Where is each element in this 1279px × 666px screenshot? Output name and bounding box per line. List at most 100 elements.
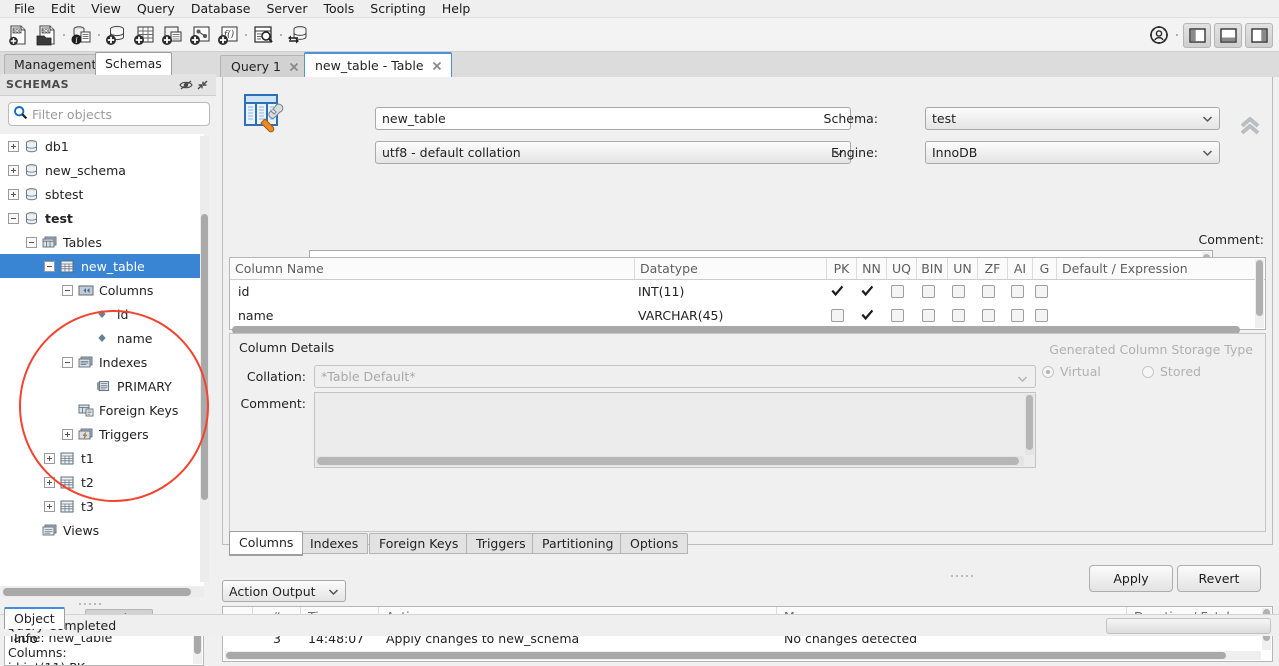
toggle-secondary-sidebar-icon[interactable] — [1245, 22, 1273, 48]
grid-vertical-scrollbar[interactable] — [1255, 259, 1264, 328]
tree-expander-expanded[interactable] — [62, 356, 73, 368]
new-table-icon[interactable] — [130, 21, 158, 49]
cell-column-name[interactable]: id — [238, 280, 249, 304]
column-collation-select[interactable]: *Table Default* — [314, 365, 1036, 388]
checkbox-g[interactable] — [1035, 285, 1048, 298]
tree-item-id[interactable]: id — [0, 302, 204, 326]
tab-options[interactable]: Options — [620, 533, 689, 554]
tree-item-triggers[interactable]: Triggers — [0, 422, 204, 446]
radio-stored[interactable]: Stored — [1142, 364, 1201, 379]
checkbox-uq[interactable] — [891, 285, 904, 298]
table-engine-select[interactable]: InnoDB — [925, 141, 1220, 164]
cell-datatype[interactable]: VARCHAR(45) — [638, 304, 723, 328]
header-g[interactable]: G — [1033, 258, 1057, 279]
checkbox-un[interactable] — [952, 285, 965, 298]
checkbox-zf[interactable] — [982, 285, 995, 298]
header-uq[interactable]: UQ — [887, 258, 917, 279]
filter-objects-input[interactable] — [28, 105, 209, 123]
tree-vertical-scrollbar[interactable] — [200, 136, 209, 582]
tree-expander-collapsed[interactable] — [8, 140, 19, 152]
menu-item-file[interactable]: File — [6, 0, 43, 18]
checkbox-pk[interactable] — [831, 309, 844, 322]
tab-partitioning[interactable]: Partitioning — [532, 533, 624, 554]
tab-object-info[interactable]: Object Info — [4, 607, 65, 646]
collapse-all-icon[interactable] — [194, 77, 210, 93]
tab-indexes[interactable]: Indexes — [300, 533, 369, 554]
tree-expander-collapsed[interactable] — [62, 428, 73, 440]
header-pk[interactable]: PK — [827, 258, 857, 279]
table-row[interactable]: id INT(11) — [230, 280, 1265, 304]
menu-item-scripting[interactable]: Scripting — [362, 0, 434, 18]
toggle-sidebar-icon[interactable] — [1183, 22, 1211, 48]
checkbox-bin[interactable] — [922, 285, 935, 298]
tree-item-test[interactable]: test — [0, 206, 204, 230]
tree-horizontal-scrollbar[interactable] — [2, 587, 204, 597]
tree-expander-expanded[interactable] — [44, 260, 55, 272]
schema-tree[interactable]: db1 new_schema sbtest test Tables new_table Co… — [0, 134, 204, 586]
admin-settings-icon[interactable] — [1145, 21, 1173, 49]
header-ai[interactable]: AI — [1008, 258, 1033, 279]
tree-expander-collapsed[interactable] — [44, 452, 55, 464]
output-horizontal-scrollbar[interactable] — [225, 651, 1261, 660]
table-name-input[interactable]: new_table — [375, 107, 851, 130]
columns-grid[interactable]: Column Name Datatype PK NN UQ BIN UN ZF … — [229, 257, 1266, 334]
header-bin[interactable]: BIN — [917, 258, 948, 279]
tree-item-db1[interactable]: db1 — [0, 134, 204, 158]
close-icon[interactable] — [431, 60, 443, 72]
checkbox-nn[interactable] — [861, 309, 874, 322]
sidebar-tab-schemas[interactable]: Schemas — [95, 52, 172, 75]
checkbox-nn[interactable] — [861, 285, 874, 298]
header-zf[interactable]: ZF — [978, 258, 1008, 279]
tree-item-t1[interactable]: t1 — [0, 446, 204, 470]
reconnect-server-icon[interactable] — [284, 21, 312, 49]
tree-item-new-table[interactable]: new_table — [0, 254, 204, 278]
checkbox-ai[interactable] — [1011, 309, 1024, 322]
menu-item-tools[interactable]: Tools — [315, 0, 362, 18]
tree-item-indexes[interactable]: Indexes — [0, 350, 204, 374]
header-un[interactable]: UN — [948, 258, 978, 279]
tree-item-columns[interactable]: Columns — [0, 278, 204, 302]
checkbox-bin[interactable] — [922, 309, 935, 322]
header-column-name[interactable]: Column Name — [230, 258, 635, 279]
menu-item-server[interactable]: Server — [258, 0, 315, 18]
table-collation-select[interactable]: utf8 - default collation — [375, 141, 851, 164]
column-comment-horizontal-scrollbar[interactable] — [316, 456, 1024, 466]
open-sql-script-icon[interactable]: SQL — [32, 21, 60, 49]
tree-expander-collapsed[interactable] — [44, 500, 55, 512]
tree-expander-collapsed[interactable] — [8, 188, 19, 200]
header-nn[interactable]: NN — [857, 258, 887, 279]
table-schema-select[interactable]: test — [925, 107, 1220, 130]
tree-item-t3[interactable]: t3 — [0, 494, 204, 518]
server-info-icon[interactable]: i — [67, 21, 95, 49]
radio-virtual[interactable]: Virtual — [1042, 364, 1101, 379]
column-comment-textarea[interactable] — [314, 392, 1036, 468]
table-row[interactable]: name VARCHAR(45) — [230, 304, 1265, 328]
checkbox-zf[interactable] — [982, 309, 995, 322]
new-view-icon[interactable] — [158, 21, 186, 49]
tree-expander-expanded[interactable] — [62, 284, 73, 296]
close-icon[interactable] — [288, 61, 300, 73]
tree-item-foreign-keys[interactable]: Foreign Keys — [0, 398, 204, 422]
checkbox-uq[interactable] — [891, 309, 904, 322]
tree-expander-expanded[interactable] — [8, 212, 19, 224]
search-data-icon[interactable] — [249, 21, 277, 49]
tree-item-sbtest[interactable]: sbtest — [0, 182, 204, 206]
menu-item-database[interactable]: Database — [183, 0, 259, 18]
menu-item-help[interactable]: Help — [434, 0, 479, 18]
eye-icon[interactable] — [178, 77, 194, 93]
tree-expander-expanded[interactable] — [26, 236, 37, 248]
tab-query-1[interactable]: Query 1 — [220, 55, 309, 77]
tree-item-name[interactable]: name — [0, 326, 204, 350]
column-comment-vertical-scrollbar[interactable] — [1025, 394, 1034, 455]
tab-foreign-keys[interactable]: Foreign Keys — [369, 533, 469, 554]
tree-item-primary[interactable]: PRIMARY — [0, 374, 204, 398]
sidebar-tab-management[interactable]: Management — [4, 54, 107, 74]
header-datatype[interactable]: Datatype — [635, 258, 827, 279]
menu-item-edit[interactable]: Edit — [43, 0, 83, 18]
tree-expander-collapsed[interactable] — [44, 476, 55, 488]
tab-new-table-table[interactable]: new_table - Table — [304, 52, 452, 77]
tab-triggers[interactable]: Triggers — [466, 533, 536, 554]
tree-item-new-schema[interactable]: new_schema — [0, 158, 204, 182]
cell-column-name[interactable]: name — [238, 304, 273, 328]
checkbox-ai[interactable] — [1011, 285, 1024, 298]
